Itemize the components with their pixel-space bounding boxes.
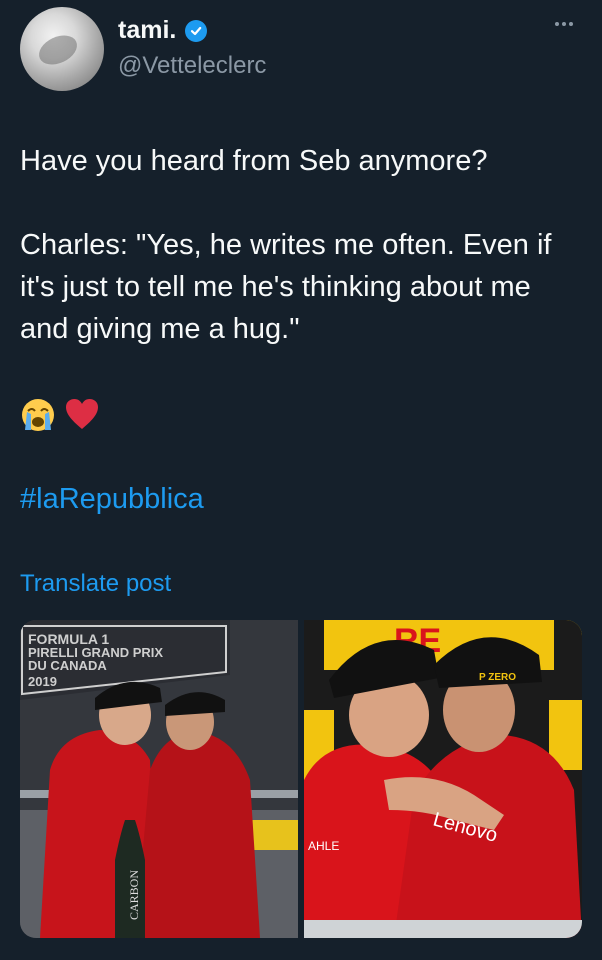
photo-right[interactable]: RE AHLE P ZERO Lenovo (304, 620, 582, 938)
avatar[interactable] (20, 7, 104, 91)
hashtag-link[interactable]: #laRepubblica (20, 483, 204, 516)
author-name[interactable]: tami. (118, 16, 176, 45)
bottle-label: CARBON (127, 870, 141, 920)
tweet-line-quote: Charles: "Yes, he writes me often. Even … (20, 229, 552, 345)
sleeve-text: AHLE (308, 839, 339, 853)
more-options-icon[interactable] (555, 22, 573, 26)
emoji-row (20, 397, 100, 433)
tweet-line-question: Have you heard from Seb anymore? (20, 145, 488, 177)
tweet-text: Have you heard from Seb anymore? Charles… (20, 140, 580, 350)
banner-line-4: 2019 (28, 674, 57, 689)
photo-left-illustration: FORMULA 1 PIRELLI GRAND PRIX DU CANADA 2… (20, 620, 298, 938)
translate-post-link[interactable]: Translate post (20, 570, 171, 598)
author-name-row: tami. (118, 16, 208, 45)
photo-left[interactable]: FORMULA 1 PIRELLI GRAND PRIX DU CANADA 2… (20, 620, 298, 938)
photo-right-illustration: RE AHLE P ZERO Lenovo (304, 620, 582, 938)
author-handle[interactable]: @Vetteleclerc (118, 52, 266, 80)
media-grid: FORMULA 1 PIRELLI GRAND PRIX DU CANADA 2… (20, 620, 582, 938)
loudly-crying-face-icon (22, 399, 54, 431)
red-heart-icon (66, 399, 98, 429)
verified-badge-icon (185, 19, 208, 42)
banner-line-3: DU CANADA (28, 658, 107, 673)
cap-text: P ZERO (479, 672, 516, 683)
